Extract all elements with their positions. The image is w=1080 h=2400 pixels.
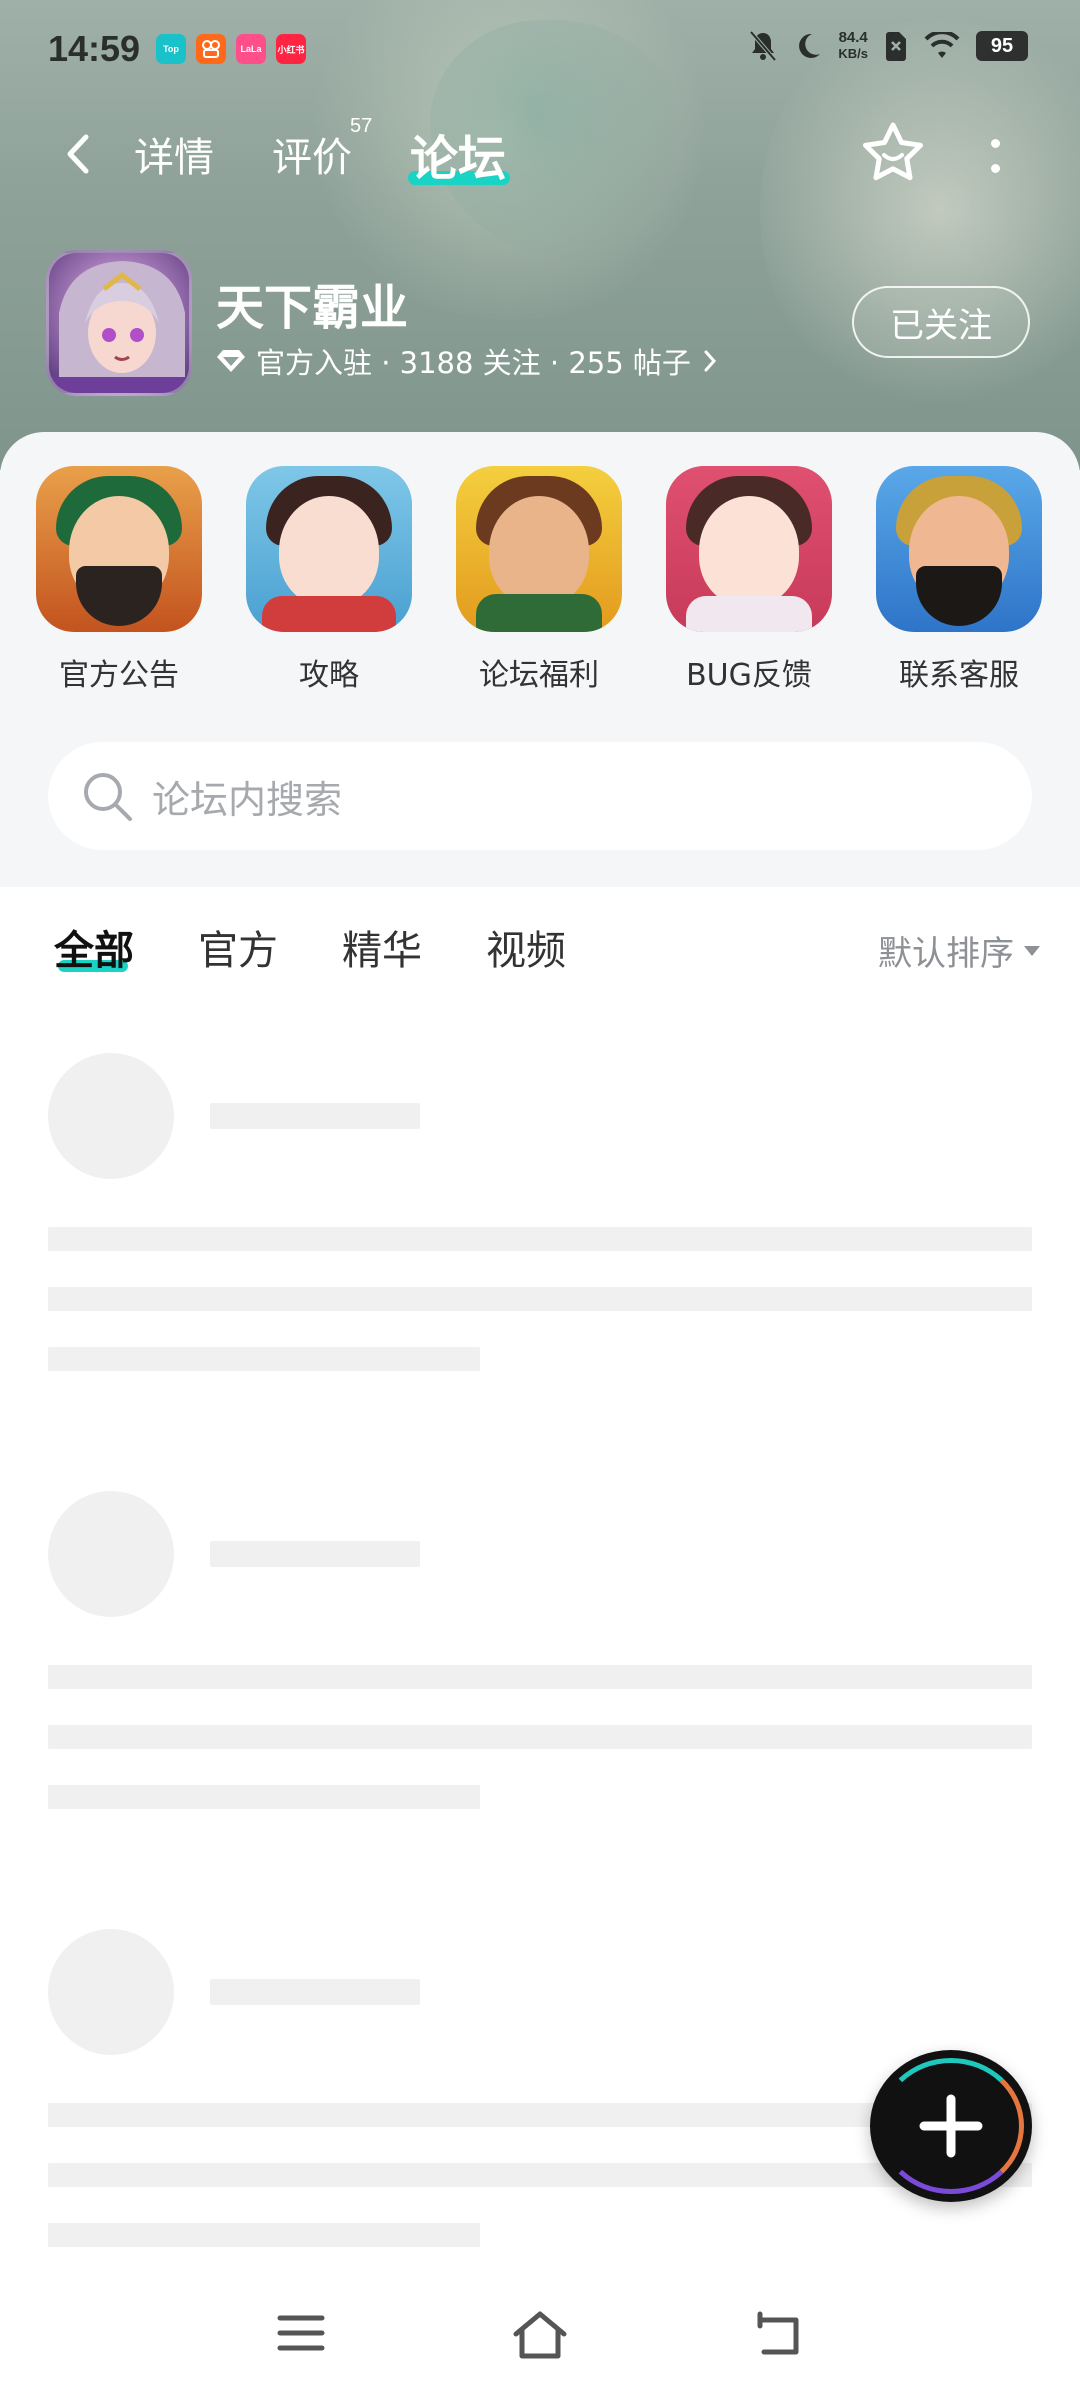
top-navigation: 详情 评价 57 论坛: [0, 115, 1080, 195]
shortcut-bug-report[interactable]: BUG反馈: [644, 466, 854, 694]
skeleton-name: [210, 1541, 420, 1567]
shortcut-label: 联系客服: [899, 658, 1019, 693]
skeleton-line: [48, 1785, 480, 1809]
xiaohongshu-app-icon: 小红书: [276, 34, 306, 64]
caret-down-icon: [1024, 945, 1040, 956]
menu-icon[interactable]: [276, 2310, 326, 2356]
skeleton-name: [210, 1103, 420, 1129]
no-sim-icon: [886, 32, 906, 61]
post-skeleton: [0, 1053, 1080, 1473]
shortcut-label: BUG反馈: [686, 658, 812, 693]
status-bar: 14:59 Top LaLa 小红书 84.4 KB/s 95: [0, 0, 1080, 100]
tab-all[interactable]: 全部: [54, 918, 134, 976]
search-placeholder: 论坛内搜索: [152, 777, 343, 822]
shortcut-label: 官方公告: [59, 658, 179, 693]
sort-label: 默认排序: [878, 934, 1014, 974]
tab-details[interactable]: 详情: [134, 125, 214, 183]
game-meta-text: 官方入驻 · 3188 关注 · 255 帖子: [256, 346, 691, 380]
tab-official[interactable]: 官方: [198, 918, 278, 976]
notification-app-icons: Top LaLa 小红书: [156, 34, 306, 64]
skeleton-line: [48, 1725, 1032, 1749]
game-icon[interactable]: [46, 250, 192, 396]
shortcut-row: 官方公告 攻略 论坛福利 BUG反馈 联系客服: [0, 466, 1080, 694]
more-dot-icon: [990, 164, 1000, 173]
skeleton-line: [48, 1665, 1032, 1689]
heroine-avatar-icon: [246, 466, 412, 632]
more-dot-icon: [990, 139, 1000, 148]
home-icon[interactable]: [510, 2310, 570, 2360]
skeleton-line: [48, 1347, 480, 1371]
wifi-icon: [924, 32, 960, 58]
game-character-art: [49, 261, 189, 393]
kuaishou-app-icon: [196, 34, 226, 64]
reviews-count-badge: 57: [350, 115, 373, 137]
back-nav-icon[interactable]: [752, 2310, 808, 2358]
fab-ring: [878, 2058, 1024, 2194]
search-icon: [84, 773, 132, 821]
shortcut-label: 攻略: [299, 658, 359, 693]
girl-avatar-icon: [666, 466, 832, 632]
forum-search-bar[interactable]: 论坛内搜索: [48, 742, 1032, 850]
skeleton-name: [210, 1979, 420, 2005]
mute-bell-icon: [749, 30, 777, 62]
post-filter-tabs: 全部 官方 精华 视频 默认排序: [0, 900, 1080, 990]
tab-forum[interactable]: 论坛: [410, 119, 506, 189]
chevron-left-icon: [67, 134, 89, 174]
more-options-button[interactable]: [980, 133, 1010, 179]
moon-icon: [799, 33, 821, 58]
diamond-icon: [217, 350, 245, 372]
skeleton-line: [48, 1287, 1032, 1311]
skeleton-line: [48, 1227, 1032, 1251]
skeleton-avatar: [48, 1491, 174, 1617]
shortcut-customer-service[interactable]: 联系客服: [854, 466, 1064, 694]
game-title: 天下霸业: [216, 280, 409, 336]
shortcut-label: 论坛福利: [479, 658, 599, 693]
system-navigation-bar: [0, 2280, 1080, 2390]
follow-button[interactable]: 已关注: [852, 286, 1030, 358]
skeleton-avatar: [48, 1929, 174, 2055]
guan-yu-avatar-icon: [36, 466, 202, 632]
chevron-right-icon: [704, 350, 716, 372]
new-post-button[interactable]: [870, 2050, 1032, 2202]
tab-featured[interactable]: 精华: [342, 918, 422, 976]
skeleton-avatar: [48, 1053, 174, 1179]
skeleton-line: [48, 2223, 480, 2247]
top-app-icon: Top: [156, 34, 186, 64]
forum-header-card: 官方公告 攻略 论坛福利 BUG反馈 联系客服 论坛内搜索: [0, 432, 1080, 887]
tab-reviews[interactable]: 评价: [272, 125, 352, 183]
warrior-avatar-icon: [456, 466, 622, 632]
star-icon: [863, 122, 923, 181]
status-time: 14:59: [48, 28, 141, 69]
shortcut-official-announcement[interactable]: 官方公告: [14, 466, 224, 694]
battery-level: 95: [976, 31, 1028, 61]
network-speed: 84.4 KB/s: [838, 30, 868, 62]
zhang-fei-avatar-icon: [876, 466, 1042, 632]
favorite-button[interactable]: [858, 119, 928, 189]
shortcut-forum-benefits[interactable]: 论坛福利: [434, 466, 644, 694]
tab-videos[interactable]: 视频: [486, 918, 566, 976]
post-skeleton: [0, 1491, 1080, 1911]
network-speed-value: 84.4: [838, 29, 868, 46]
lala-app-icon: LaLa: [236, 34, 266, 64]
sort-dropdown[interactable]: 默认排序: [878, 926, 1040, 975]
game-meta[interactable]: 官方入驻 · 3188 关注 · 255 帖子: [216, 340, 719, 382]
shortcut-guides[interactable]: 攻略: [224, 466, 434, 694]
status-indicators: 84.4 KB/s 95: [748, 30, 1028, 62]
network-speed-unit: KB/s: [838, 46, 868, 61]
back-button[interactable]: [56, 129, 106, 179]
